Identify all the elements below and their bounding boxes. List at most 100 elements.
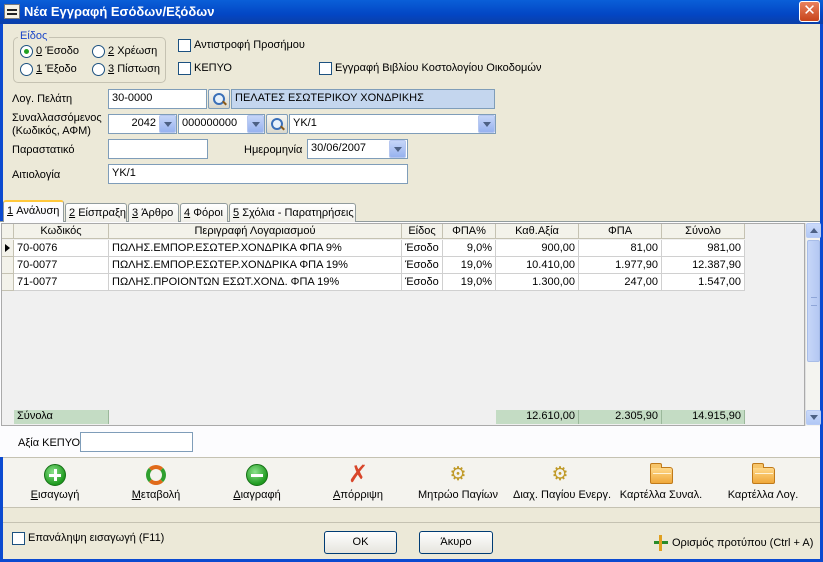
refresh-icon [144, 464, 168, 486]
action-toolbar: Εισαγωγή Μεταβολή Διαγραφή ✗ Απόρριψη ⚙ … [3, 457, 820, 508]
date-dropdown[interactable] [389, 140, 406, 158]
scroll-thumb[interactable] [807, 240, 820, 362]
footer-separator [3, 522, 820, 523]
repeat-insert-checkbox[interactable] [12, 532, 25, 545]
column-header-description[interactable]: Περιγραφή Λογαριασμού [109, 224, 402, 239]
table-cell-vat-pct[interactable]: 19,0% [443, 274, 496, 291]
asset-registry-button[interactable]: ⚙ Μητρώο Παγίων [408, 458, 508, 508]
customer-label: Λογ. Πελάτη [12, 93, 73, 105]
cancel-button[interactable]: Άκυρο [419, 531, 493, 554]
radio-expense[interactable] [20, 63, 33, 76]
tab-taxes[interactable]: 4 Φόροι [180, 203, 228, 222]
totals-label: Σύνολα [14, 410, 109, 424]
title-bar[interactable]: Νέα Εγγραφή Εσόδων/Εξόδων [0, 0, 823, 24]
window-title: Νέα Εγγραφή Εσόδων/Εξόδων [24, 4, 215, 19]
counterparty-afm-dropdown[interactable] [247, 115, 264, 133]
counterparty-card-button[interactable]: Καρτέλλα Συναλ. [611, 458, 711, 508]
column-header-code[interactable]: Κωδικός [14, 224, 109, 239]
counterparty-name-select[interactable]: ΥΚ/1 [289, 114, 496, 134]
row-indicator[interactable] [2, 274, 14, 291]
cancel-x-icon: ✗ [347, 461, 369, 488]
column-header-type[interactable]: Είδος [402, 224, 443, 239]
table-cell-vat-pct[interactable]: 9,0% [443, 240, 496, 257]
account-card-button[interactable]: Καρτέλλα Λογ. [713, 458, 813, 508]
tab-analysis[interactable]: 1 Ανάλυση [3, 200, 64, 222]
close-button[interactable]: ✕ [799, 1, 820, 22]
counterparty-search-button[interactable] [266, 114, 288, 134]
modify-button[interactable]: Μεταβολή [106, 458, 206, 508]
radio-debit[interactable] [92, 45, 105, 58]
table-cell-vat[interactable]: 1.977,90 [579, 257, 662, 274]
insert-button[interactable]: Εισαγωγή [5, 458, 105, 508]
table-cell-vat[interactable]: 247,00 [579, 274, 662, 291]
customer-search-button[interactable] [208, 89, 230, 109]
table-cell-code[interactable]: 70-0077 [14, 257, 109, 274]
column-header-vat[interactable]: ΦΠΑ [579, 224, 662, 239]
row-indicator[interactable] [2, 257, 14, 274]
tab-collection[interactable]: 2 Είσπραξη [65, 203, 127, 222]
document-label: Παραστατικό [12, 144, 75, 156]
radio-debit-label[interactable]: 2 Χρέωση [108, 45, 157, 57]
scroll-up-button[interactable] [806, 223, 821, 238]
customer-name-field: ΠΕΛΑΤΕΣ ΕΣΩΤΕΡΙΚΟΥ ΧΟΝΔΡΙΚΗΣ [231, 89, 495, 109]
folder-icon [649, 463, 673, 486]
table-cell-type[interactable]: Έσοδο [402, 274, 443, 291]
customer-code-input[interactable]: 30-0000 [108, 89, 207, 109]
reject-button[interactable]: ✗ Απόρριψη [308, 458, 408, 508]
counterparty-name-dropdown[interactable] [478, 115, 495, 133]
book-entry-checkbox[interactable] [319, 62, 332, 75]
radio-expense-label[interactable]: 1 Έξοδο [36, 63, 77, 75]
column-header-net[interactable]: Καθ.Αξία [496, 224, 579, 239]
reverse-sign-checkbox[interactable] [178, 39, 191, 52]
book-entry-label[interactable]: Εγγραφή Βιβλίου Κοστολογίου Οικοδομών [335, 62, 541, 74]
radio-credit[interactable] [92, 63, 105, 76]
kepyo-label[interactable]: ΚΕΠΥΟ [194, 62, 232, 74]
column-header-vat-pct[interactable]: ΦΠΑ% [443, 224, 496, 239]
app-icon[interactable] [4, 4, 20, 19]
date-label: Ημερομηνία [244, 144, 303, 156]
radio-income-label[interactable]: 0 Έσοδο [36, 45, 79, 57]
analysis-grid[interactable]: Κωδικός Περιγραφή Λογαριασμού Είδος ΦΠΑ%… [1, 223, 805, 426]
reason-input[interactable]: ΥΚ/1 [108, 164, 408, 184]
radio-income[interactable] [20, 45, 33, 58]
table-cell-total[interactable]: 981,00 [662, 240, 745, 257]
set-template-link[interactable]: Ορισμός προτύπου (Ctrl + A) [672, 537, 813, 549]
table-cell-type[interactable]: Έσοδο [402, 240, 443, 257]
table-cell-type[interactable]: Έσοδο [402, 257, 443, 274]
table-cell-description[interactable]: ΠΩΛΗΣ.ΕΜΠΟΡ.ΕΣΩΤΕΡ.ΧΟΝΔΡΙΚΑ ΦΠΑ 19% [109, 257, 402, 274]
kepyo-value-input[interactable] [80, 432, 193, 452]
column-header-total[interactable]: Σύνολο [662, 224, 745, 239]
table-cell-total[interactable]: 1.547,00 [662, 274, 745, 291]
tab-comments[interactable]: 5 Σχόλια - Παρατηρήσεις [229, 203, 356, 222]
table-cell-net[interactable]: 1.300,00 [496, 274, 579, 291]
type-groupbox [13, 37, 166, 83]
counterparty-label: Συναλλασσόμενος [12, 112, 102, 124]
radio-credit-label[interactable]: 3 Πίστωση [108, 63, 160, 75]
grid-header-indicator [2, 224, 14, 239]
tab-article[interactable]: 3 Άρθρο [128, 203, 179, 222]
table-cell-description[interactable]: ΠΩΛΗΣ.ΕΜΠΟΡ.ΕΣΩΤΕΡ.ΧΟΝΔΡΙΚΑ ΦΠΑ 9% [109, 240, 402, 257]
table-cell-net[interactable]: 900,00 [496, 240, 579, 257]
pin-icon[interactable] [654, 535, 668, 551]
table-cell-code[interactable]: 70-0076 [14, 240, 109, 257]
kepyo-checkbox[interactable] [178, 62, 191, 75]
reason-label: Αιτιολογία [12, 169, 61, 181]
counterparty-code-dropdown[interactable] [159, 115, 176, 133]
total-vat: 2.305,90 [579, 410, 662, 424]
add-icon [43, 464, 67, 486]
table-cell-vat-pct[interactable]: 19,0% [443, 257, 496, 274]
row-indicator[interactable] [2, 240, 14, 257]
scroll-down-button[interactable] [806, 410, 821, 425]
delete-button[interactable]: Διαγραφή [207, 458, 307, 508]
table-cell-total[interactable]: 12.387,90 [662, 257, 745, 274]
table-cell-code[interactable]: 71-0077 [14, 274, 109, 291]
table-cell-vat[interactable]: 81,00 [579, 240, 662, 257]
repeat-insert-label[interactable]: Επανάληψη εισαγωγή (F11) [28, 532, 164, 544]
document-input[interactable] [108, 139, 208, 159]
table-cell-net[interactable]: 10.410,00 [496, 257, 579, 274]
reverse-sign-label[interactable]: Αντιστροφή Προσήμου [194, 39, 305, 51]
table-cell-description[interactable]: ΠΩΛΗΣ.ΠΡΟΙΟΝΤΩΝ ΕΣΩΤ.ΧΟΝΔ. ΦΠΑ 19% [109, 274, 402, 291]
ok-button[interactable]: ΟΚ [324, 531, 397, 554]
asset-management-button[interactable]: ⚙ Διαχ. Παγίου Ενεργ. [510, 458, 614, 508]
grid-scrollbar[interactable] [805, 223, 821, 426]
